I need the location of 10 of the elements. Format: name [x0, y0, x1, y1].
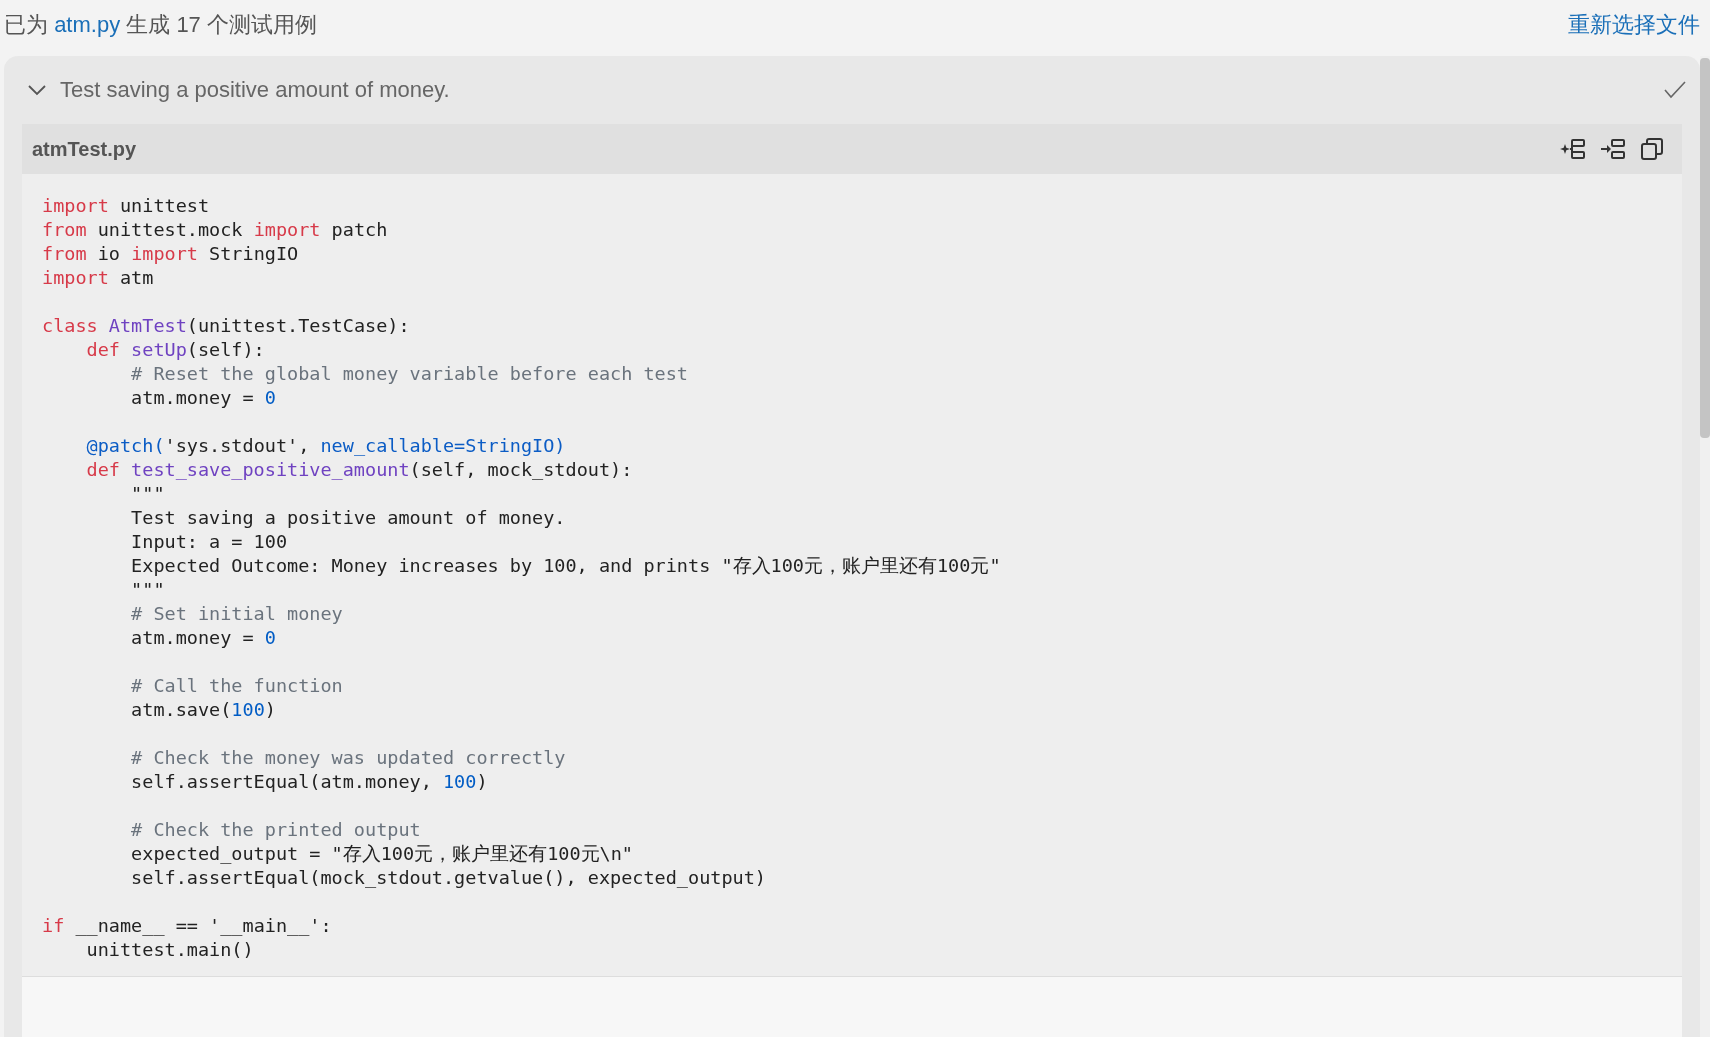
chevron-icon[interactable]	[28, 84, 46, 96]
copy-icon[interactable]	[1640, 137, 1664, 161]
file-name: atmTest.py	[32, 137, 137, 161]
reselect-file-link[interactable]: 重新选择文件	[1568, 10, 1700, 40]
scrollbar-thumb[interactable]	[1700, 58, 1710, 438]
code-listing: import unittest from unittest.mock import patch from io import StringIO import atm class AtmTest(unittest.TestCase): def setUp(self): # Reset the global money variable before each test atm.money = 0 @patch('sys.stdout', new_callable=StringIO) def test_save_positive_amount(self, mock_stdout): """ Test saving a positive amount of money. Input: a = 100 Expected Outcome: Money increases by 100, and prints "存入100元，账户里还有100元" """ # Set initial money atm.money = 0 # Call the function atm.save(100) # Check the money was updated correctly self.assertEqual(atm.money, 100) # Check the printed output expected_output = "存入100元，账户里还有100元\n" self.assertEqual(mock_stdout.getvalue(), expected_output) if __name__ == '__main__': unittest.main()	[41, 194, 1002, 962]
summary-text: 已为 atm.py 生成 17 个测试用例	[4, 11, 317, 39]
insert-arrow-icon[interactable]	[1600, 137, 1626, 161]
prompt-input-field[interactable]	[22, 976, 1682, 1037]
test-case-title[interactable]: Test saving a positive amount of money.	[60, 77, 1664, 103]
